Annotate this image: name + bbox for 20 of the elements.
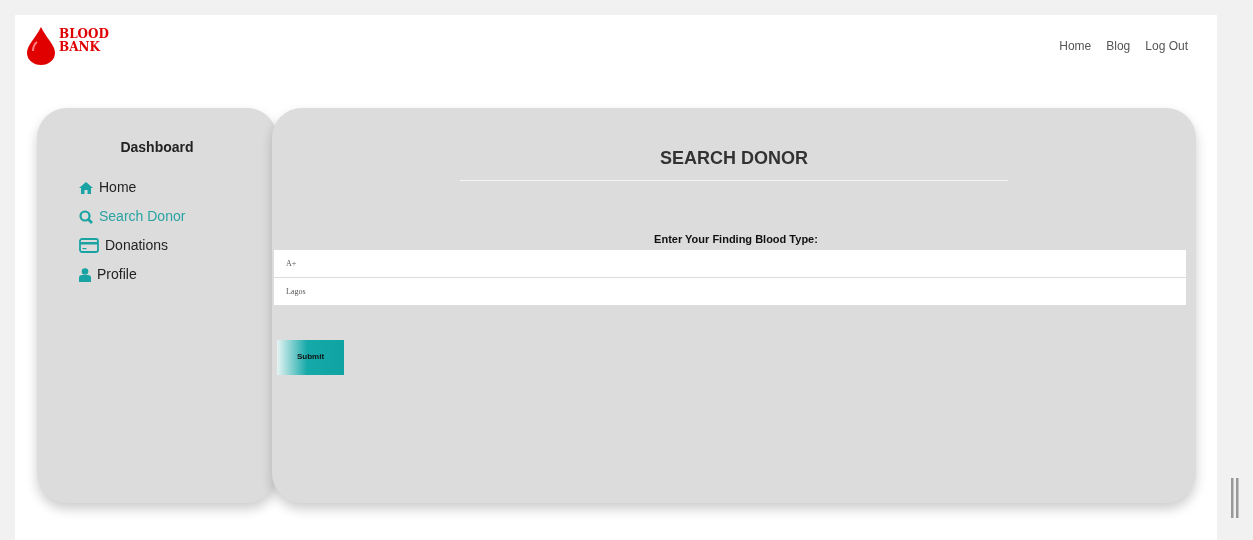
input-field[interactable]: A+ [274, 249, 1186, 277]
blood-drop-icon [25, 25, 57, 65]
resize-grip-icon[interactable] [1231, 478, 1239, 518]
field-label: Enter Your Finding Blood Type: [654, 232, 818, 247]
user-icon [79, 267, 91, 282]
nav-link[interactable]: Home [1059, 37, 1092, 55]
home-icon [79, 181, 93, 194]
submit-button[interactable]: Submit [277, 339, 344, 375]
sidebar-item[interactable]: Home [79, 177, 186, 198]
input-field[interactable]: Lagos [274, 277, 1186, 305]
sidebar-item[interactable]: Donations [79, 235, 186, 256]
search-icon [79, 209, 93, 224]
page-title: SEARCH DONOR [660, 147, 808, 170]
nav-link[interactable]: Blog [1106, 37, 1131, 55]
nav-link[interactable]: Log Out [1145, 37, 1188, 55]
credit-card-icon [79, 238, 99, 253]
sidebar-item[interactable]: Profile [79, 264, 186, 285]
logo-text: BLOOD [59, 28, 109, 41]
sidebar-title: Dashboard [120, 138, 194, 157]
logo-text: BANK [59, 41, 102, 54]
